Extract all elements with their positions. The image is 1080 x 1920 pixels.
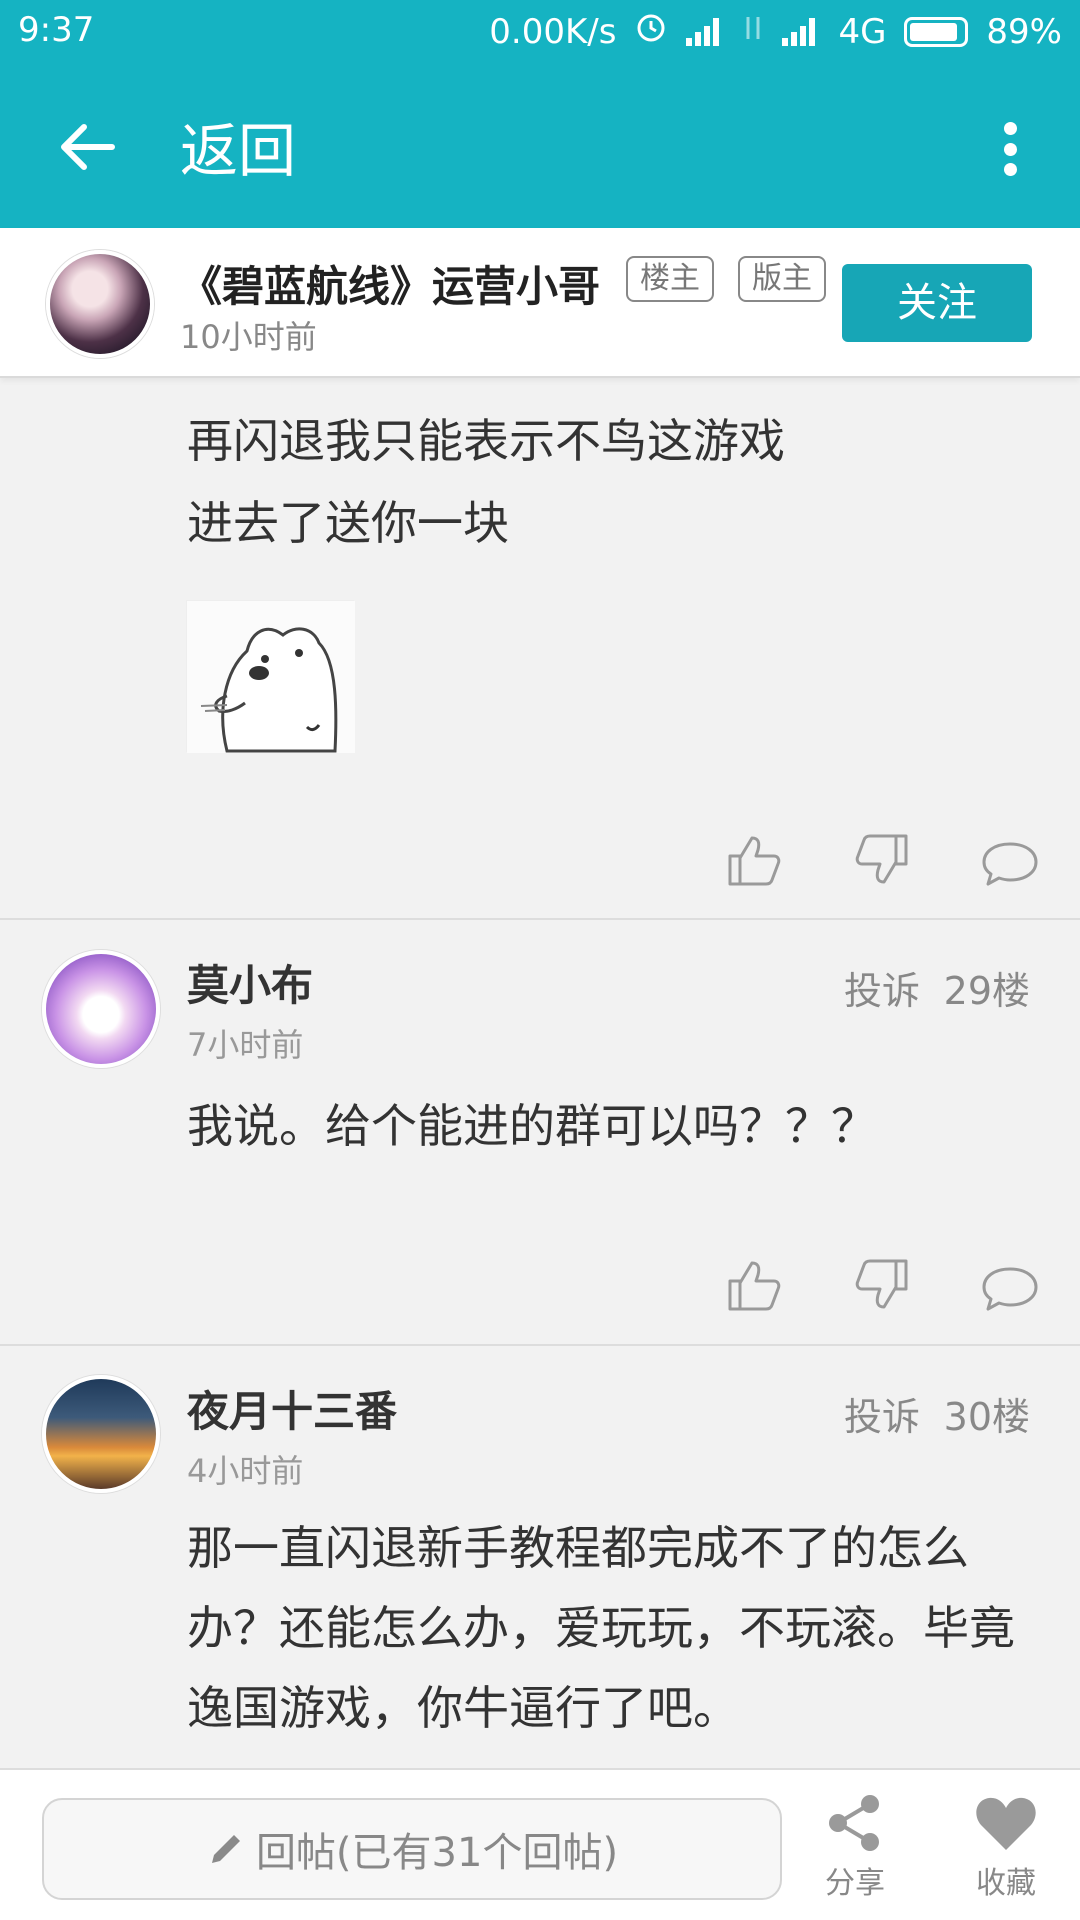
follow-button[interactable]: 关注 xyxy=(842,264,1032,342)
page-title[interactable]: 返回 xyxy=(180,104,296,188)
commenter-name[interactable]: 夜月十三番 xyxy=(187,1378,397,1439)
author-header: 《碧蓝航线》运营小哥 楼主 版主 10小时前 关注 xyxy=(0,228,1080,378)
divider xyxy=(0,1344,1080,1346)
reply-input[interactable]: 回帖(已有31个回帖) xyxy=(42,1798,782,1900)
divider xyxy=(0,918,1080,920)
comment-text: 那一直闪退新手教程都完成不了的怎么办？还能怎么办，爱玩玩，不玩滚。毕竟逸国游戏，… xyxy=(187,1521,1015,1735)
bottom-bar: 回帖(已有31个回帖) 分享 收藏 xyxy=(0,1768,1080,1920)
favorite-label: 收藏 xyxy=(976,1866,1036,1901)
post-line: 进去了送你一块 xyxy=(187,496,509,550)
report-button[interactable]: 投诉 xyxy=(844,1386,920,1441)
bear-sticker-image[interactable] xyxy=(186,600,355,753)
floor-number: 30楼 xyxy=(943,1395,1030,1439)
heart-icon xyxy=(976,1797,1036,1850)
speech-bubble-icon xyxy=(982,1267,1038,1311)
thumbs-up-icon xyxy=(728,836,781,886)
like-button[interactable] xyxy=(724,1255,784,1319)
back-button[interactable] xyxy=(52,112,122,182)
pencil-icon xyxy=(211,1835,240,1863)
author-name[interactable]: 《碧蓝航线》运营小哥 xyxy=(180,253,600,314)
post-body: 再闪退我只能表示不鸟这游戏 进去了送你一块 xyxy=(187,400,785,564)
comment-time: 7小时前 xyxy=(187,1026,304,1064)
avatar[interactable] xyxy=(42,1375,160,1493)
favorite-button[interactable]: 收藏 xyxy=(946,1792,1066,1902)
share-icon xyxy=(829,1795,879,1851)
commenter-name[interactable]: 莫小布 xyxy=(187,952,313,1013)
alarm-icon xyxy=(634,10,668,53)
comment-actions xyxy=(724,1255,1040,1319)
net-speed: 0.00K/s xyxy=(489,11,617,52)
battery-icon xyxy=(904,16,969,47)
dislike-button[interactable] xyxy=(852,830,912,894)
post-time: 10小时前 xyxy=(180,318,317,356)
status-time: 9:37 xyxy=(18,10,95,50)
thumbs-down-icon xyxy=(855,1259,908,1309)
reply-placeholder: 回帖(已有31个回帖) xyxy=(255,1830,619,1876)
moderator-badge: 版主 xyxy=(738,256,826,302)
more-options-button[interactable] xyxy=(990,114,1030,184)
avatar[interactable] xyxy=(42,950,160,1068)
data-arrows-icon xyxy=(742,12,764,52)
status-bar: 9:37 0.00K/s 4G 89% xyxy=(0,0,1080,60)
signal-icon xyxy=(686,17,724,46)
thumbs-down-icon xyxy=(855,834,908,884)
signal-4g-icon xyxy=(782,17,820,46)
owner-badge: 楼主 xyxy=(626,256,714,302)
battery-level: 89% xyxy=(986,11,1062,52)
share-label: 分享 xyxy=(825,1866,885,1901)
speech-bubble-icon xyxy=(982,842,1038,886)
dislike-button[interactable] xyxy=(852,1255,912,1319)
status-icons: 0.00K/s 4G 89% xyxy=(489,10,1062,53)
comment-button[interactable] xyxy=(980,830,1040,894)
comment-time: 4小时前 xyxy=(187,1452,304,1490)
thumbs-up-icon xyxy=(728,1261,781,1311)
like-button[interactable] xyxy=(724,830,784,894)
report-button[interactable]: 投诉 xyxy=(844,960,920,1015)
comment-text: 我说。给个能进的群可以吗？？？ xyxy=(187,1099,877,1153)
post-actions xyxy=(724,830,1040,894)
comment-button[interactable] xyxy=(980,1255,1040,1319)
share-button[interactable]: 分享 xyxy=(795,1792,915,1902)
floor-number: 29楼 xyxy=(943,969,1030,1013)
avatar[interactable] xyxy=(46,250,154,358)
back-arrow-icon xyxy=(61,124,115,170)
post-line: 再闪退我只能表示不鸟这游戏 xyxy=(187,414,785,468)
more-vert-icon xyxy=(1003,122,1017,135)
app-bar: 返回 xyxy=(0,60,1080,228)
clipped-text-line xyxy=(187,362,487,380)
network-type: 4G xyxy=(838,11,887,52)
